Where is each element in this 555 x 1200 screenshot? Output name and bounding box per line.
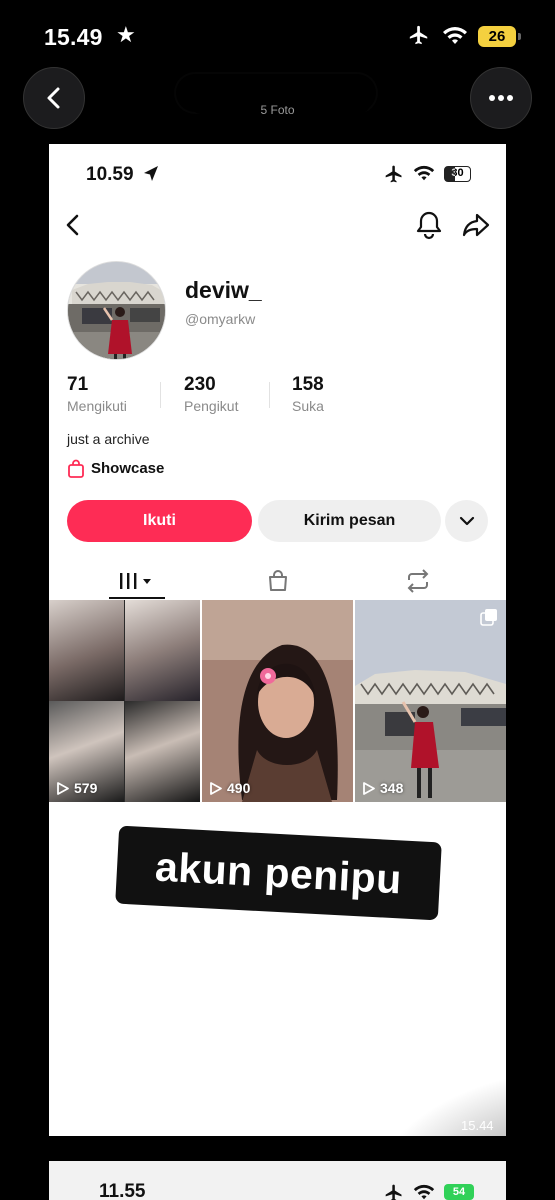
wifi-icon xyxy=(413,165,435,181)
active-tab-indicator xyxy=(109,597,165,599)
stat-followers[interactable]: 230 Pengikut xyxy=(184,374,238,414)
airplane-icon xyxy=(385,1184,402,1200)
ellipsis-icon xyxy=(489,95,513,101)
send-message-button[interactable]: Kirim pesan xyxy=(258,500,441,542)
battery-indicator: 26 xyxy=(478,26,516,47)
view-count-value: 348 xyxy=(380,780,404,796)
viewer-clock: 15.49 xyxy=(44,24,103,50)
viewer-back-button[interactable] xyxy=(23,67,85,129)
multiple-photos-icon xyxy=(480,609,497,626)
repost-icon xyxy=(407,569,429,593)
back-arrow-icon[interactable] xyxy=(63,212,83,238)
stat-label: Suka xyxy=(292,398,324,414)
stat-label: Mengikuti xyxy=(67,398,127,414)
video-thumbnail xyxy=(125,701,200,802)
tab-videos[interactable] xyxy=(109,562,165,600)
divider xyxy=(269,382,270,408)
view-count-value: 490 xyxy=(227,780,251,796)
screenshot-timestamp: 15.44 xyxy=(461,1118,494,1133)
view-count-value: 579 xyxy=(74,780,98,796)
star-icon: ★ xyxy=(116,22,136,47)
play-icon xyxy=(363,781,375,795)
suggested-accounts-button[interactable] xyxy=(445,500,488,542)
stat-following[interactable]: 71 Mengikuti xyxy=(67,374,127,414)
battery-level: 30 xyxy=(451,167,464,179)
play-icon xyxy=(210,781,222,795)
stat-likes[interactable]: 158 Suka xyxy=(292,374,324,414)
showcase-label: Showcase xyxy=(91,460,165,477)
next-screenshot-card[interactable]: 11.55 54 xyxy=(49,1161,506,1200)
play-icon xyxy=(57,781,69,795)
shopping-bag-icon xyxy=(269,570,287,591)
video-tile[interactable]: 348 xyxy=(355,600,506,802)
viewer-status-bar: 15.49 ★ 26 xyxy=(0,0,555,64)
sticker-text: akun penipu xyxy=(154,843,404,902)
video-thumbnail xyxy=(355,600,506,802)
stat-value: 158 xyxy=(292,374,324,395)
tab-shop[interactable] xyxy=(257,562,299,600)
chevron-down-icon xyxy=(459,516,474,526)
view-count: 579 xyxy=(56,780,97,796)
tab-reposts[interactable] xyxy=(397,562,439,600)
profile-username: deviw_ xyxy=(185,277,262,303)
next-card-clock: 11.55 xyxy=(99,1181,146,1200)
battery-indicator: 54 xyxy=(444,1184,474,1200)
profile-clock: 10.59 xyxy=(86,164,134,185)
bell-icon[interactable] xyxy=(415,210,443,240)
viewer-more-button[interactable] xyxy=(470,67,532,129)
battery-tip xyxy=(518,33,521,40)
wifi-icon xyxy=(443,27,467,44)
stat-value: 71 xyxy=(67,374,89,395)
view-count: 490 xyxy=(209,780,250,796)
profile-handle: @omyarkw xyxy=(185,311,256,327)
shopping-bag-icon xyxy=(68,459,84,478)
wifi-icon xyxy=(413,1184,435,1200)
video-grid-icon xyxy=(120,573,151,589)
airplane-icon xyxy=(409,25,428,45)
showcase-link[interactable]: Showcase xyxy=(67,459,164,478)
video-thumbnail xyxy=(49,600,124,701)
share-arrow-icon[interactable] xyxy=(461,212,491,238)
video-tile[interactable]: 490 xyxy=(202,600,353,802)
video-thumbnail xyxy=(125,600,200,701)
profile-bio: just a archive xyxy=(67,431,150,447)
stat-label: Pengikut xyxy=(184,398,239,414)
text-sticker: akun penipu xyxy=(115,825,442,921)
screenshot-card[interactable]: 10.59 30 deviw_ @omyarkw 71 Mengikuti 23… xyxy=(49,144,506,1136)
video-tile[interactable]: 579 xyxy=(49,600,200,802)
stat-value: 230 xyxy=(184,374,216,395)
avatar[interactable] xyxy=(67,261,166,360)
location-arrow-icon xyxy=(144,166,158,181)
airplane-icon xyxy=(385,165,402,183)
follow-button[interactable]: Ikuti xyxy=(67,500,252,542)
battery-indicator: 30 xyxy=(444,166,471,182)
view-count: 348 xyxy=(362,780,403,796)
video-thumbnail xyxy=(202,600,353,802)
avatar-photo xyxy=(68,262,165,359)
divider xyxy=(160,382,161,408)
